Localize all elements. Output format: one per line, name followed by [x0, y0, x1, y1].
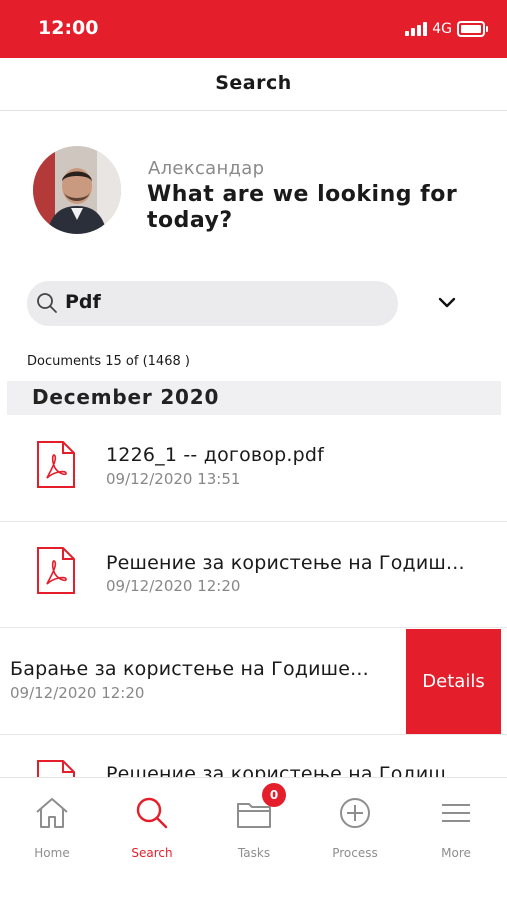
document-count: Documents 15 of (1468 ): [27, 354, 190, 369]
swipe-content[interactable]: Барање за користење на Годише... 09/12/2…: [0, 629, 406, 734]
avatar: [33, 146, 121, 234]
list-item[interactable]: Решение за користење на Годиш... 09/12/2…: [0, 522, 507, 628]
tab-label: More: [441, 846, 471, 860]
document-date: 09/12/2020 12:20: [106, 577, 241, 595]
tab-process[interactable]: Process: [305, 778, 405, 878]
list-item[interactable]: 1226_1 -- договор.pdf 09/12/2020 13:51: [0, 416, 507, 522]
pdf-file-icon: [37, 441, 75, 488]
search-icon: [136, 797, 168, 829]
details-button[interactable]: Details: [406, 629, 501, 734]
document-name: 1226_1 -- договор.pdf: [106, 444, 325, 466]
status-bar: 12:00 4G: [0, 0, 507, 58]
pdf-file-icon: [37, 547, 75, 594]
document-name: Барање за користење на Годише...: [10, 658, 369, 680]
document-date: 09/12/2020 13:51: [106, 470, 241, 488]
home-icon: [36, 798, 68, 828]
list-item-swiped[interactable]: Барање за користење на Годише... 09/12/2…: [0, 629, 507, 735]
section-header: December 2020: [7, 381, 501, 415]
page-title: Search: [0, 58, 507, 111]
tab-more[interactable]: More: [406, 778, 506, 878]
tab-label: Search: [131, 846, 173, 860]
tab-label: Process: [332, 846, 378, 860]
tab-bar: Home Search Tasks 0 Process More: [0, 777, 507, 901]
tab-search[interactable]: Search: [102, 778, 202, 878]
tab-home[interactable]: Home: [2, 778, 102, 878]
section-title: December 2020: [32, 385, 220, 409]
tab-label: Tasks: [237, 846, 271, 860]
tab-tasks[interactable]: Tasks: [204, 778, 304, 878]
document-name: Решение за користење на Годиш...: [106, 552, 465, 574]
status-indicators: 4G: [405, 19, 488, 39]
chevron-down-icon[interactable]: [434, 290, 460, 316]
plus-circle-icon: [340, 798, 370, 828]
battery-icon: [457, 21, 488, 37]
status-time: 12:00: [38, 17, 99, 39]
tasks-badge: 0: [262, 783, 286, 807]
user-name: Александар: [148, 158, 265, 179]
search-value[interactable]: Pdf: [65, 291, 101, 313]
search-input[interactable]: Pdf: [27, 281, 398, 326]
avatar-photo: [33, 146, 121, 234]
menu-icon: [442, 804, 470, 822]
tab-label: Home: [34, 846, 70, 860]
greeting-question: What are we looking for today?: [147, 182, 458, 233]
document-date: 09/12/2020 12:20: [10, 684, 145, 702]
search-icon: [37, 293, 57, 313]
network-type: 4G: [432, 21, 452, 37]
signal-icon: [405, 22, 428, 36]
